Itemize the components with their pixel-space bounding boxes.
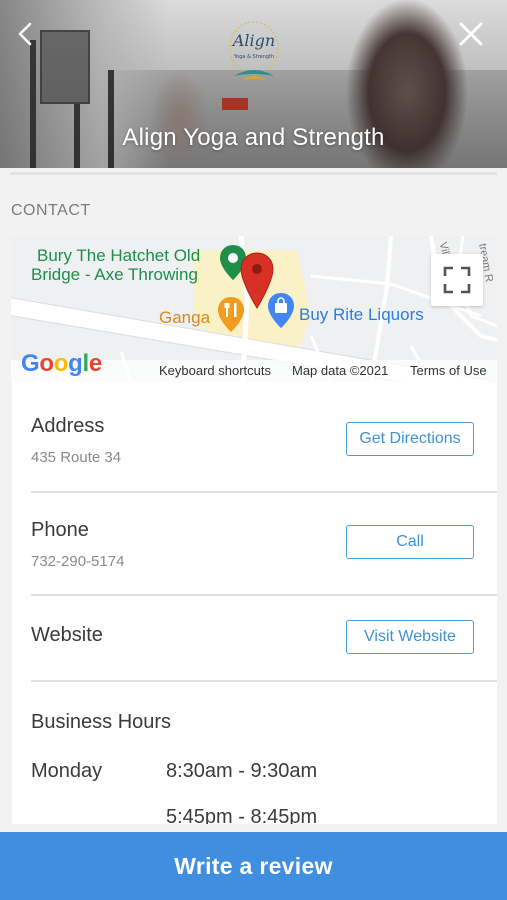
map-poi-label[interactable]: Bury The Hatchet Old [37, 246, 200, 265]
logo-text: Align [231, 31, 275, 50]
write-review-button[interactable]: Write a review [0, 832, 507, 900]
business-logo: Align Yoga & Strength [229, 21, 279, 80]
shopping-bag-icon[interactable] [267, 292, 295, 330]
close-icon[interactable] [453, 16, 489, 52]
terms-of-use-link[interactable]: Terms of Use [410, 363, 487, 378]
fullscreen-icon [443, 266, 471, 294]
address-title: Address [31, 415, 105, 437]
phone-value[interactable]: 732-290-5174 [31, 553, 124, 570]
phone-row: Phone 732-290-5174 Call [12, 492, 497, 594]
website-title: Website [31, 624, 103, 646]
call-button[interactable]: Call [346, 525, 474, 559]
map-view[interactable]: Bury The Hatchet Old Bridge - Axe Throwi… [11, 236, 497, 382]
phone-title: Phone [31, 519, 89, 541]
visit-website-button[interactable]: Visit Website [346, 620, 474, 654]
map-data-attribution: Map data ©2021 [292, 363, 389, 378]
map-poi-label[interactable]: Ganga [159, 308, 210, 327]
get-directions-button[interactable]: Get Directions [346, 422, 474, 456]
address-row: Address 435 Route 34 Get Directions [12, 382, 497, 490]
map-poi-label[interactable]: Buy Rite Liquors [299, 305, 424, 324]
hours-time: 5:45pm - 8:45pm [166, 806, 318, 824]
section-label-contact: CONTACT [11, 202, 91, 219]
fullscreen-button[interactable] [431, 254, 483, 306]
business-hours-section: Business Hours Monday 8:30am - 9:30am 5:… [12, 682, 497, 824]
keyboard-shortcuts-link[interactable]: Keyboard shortcuts [159, 363, 271, 378]
website-row: Website Visit Website [12, 596, 497, 680]
business-hours-title: Business Hours [31, 711, 172, 733]
page-title: Align Yoga and Strength [122, 124, 385, 151]
header-banner: Align Yoga & Strength Align Yoga and Str… [0, 0, 507, 168]
logo-subtext: Yoga & Strength [233, 54, 274, 60]
google-logo: Google [21, 350, 102, 377]
contact-card: Address 435 Route 34 Get Directions Phon… [12, 382, 497, 824]
address-value: 435 Route 34 [31, 449, 122, 466]
header-divider [10, 172, 497, 175]
map-poi-label[interactable]: Bridge - Axe Throwing [31, 265, 198, 284]
hours-day: Monday [31, 760, 103, 782]
hours-time: 8:30am - 9:30am [166, 760, 318, 782]
chevron-left-icon[interactable] [8, 16, 44, 52]
